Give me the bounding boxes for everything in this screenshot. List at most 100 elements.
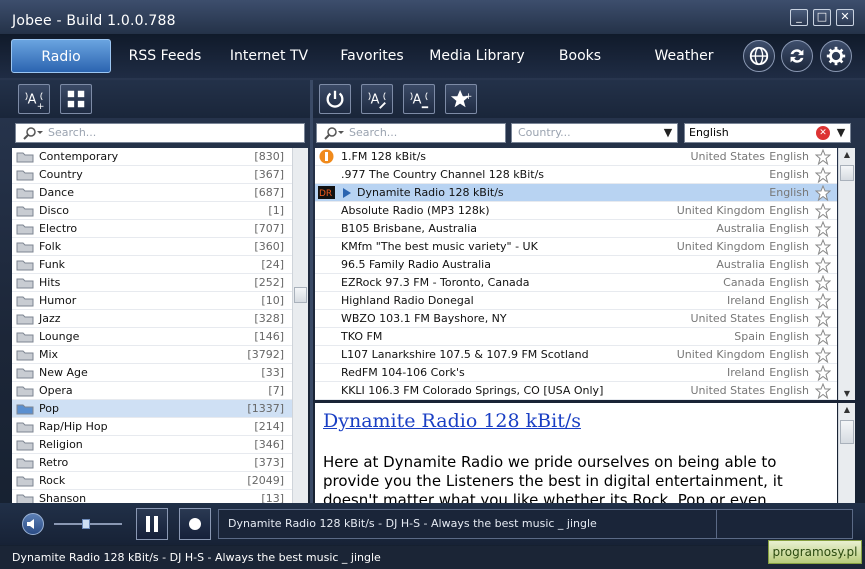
star-icon[interactable] — [815, 383, 831, 399]
station-row[interactable]: EZRock 97.3 FM - Toronto, Canada Canada En… — [315, 274, 837, 292]
genre-row[interactable]: Retro [373] — [12, 454, 292, 472]
station-language: English — [769, 150, 809, 163]
genre-row[interactable]: Contemporary [830] — [12, 148, 292, 166]
station-scrollbar[interactable]: ▲ ▼ — [838, 148, 855, 400]
star-icon[interactable] — [815, 221, 831, 237]
maximize-button[interactable]: □ — [813, 9, 831, 26]
add-station-icon[interactable]: A + — [18, 84, 50, 114]
description-title-link[interactable]: Dynamite Radio 128 kBit/s — [323, 410, 829, 432]
genre-row[interactable]: Dance [687] — [12, 184, 292, 202]
stop-button[interactable] — [179, 508, 211, 540]
station-row[interactable]: KMfm "The best music variety" - UK United… — [315, 238, 837, 256]
star-icon[interactable] — [815, 347, 831, 363]
folder-icon — [16, 440, 34, 451]
chevron-down-icon[interactable]: ▼ — [834, 124, 848, 142]
station-row[interactable]: 96.5 Family Radio Australia Australia Engl… — [315, 256, 837, 274]
genre-row[interactable]: Hits [252] — [12, 274, 292, 292]
station-name: RedFM 104-106 Cork's — [341, 366, 465, 379]
network-icon[interactable] — [60, 84, 92, 114]
genre-row[interactable]: Country [367] — [12, 166, 292, 184]
genre-row[interactable]: Electro [707] — [12, 220, 292, 238]
station-row[interactable]: WBZO 103.1 FM Bayshore, NY United States E… — [315, 310, 837, 328]
station-row[interactable]: .977 The Country Channel 128 kBit/s Engli… — [315, 166, 837, 184]
folder-icon — [16, 422, 34, 433]
station-row[interactable]: Absolute Radio (MP3 128k) United Kingdom E… — [315, 202, 837, 220]
gear-icon[interactable] — [820, 40, 852, 72]
tab-media-library[interactable]: Media Library — [425, 39, 529, 73]
star-icon[interactable] — [815, 311, 831, 327]
folder-icon — [16, 152, 34, 163]
station-row[interactable]: B105 Brisbane, Australia Australia English — [315, 220, 837, 238]
station-name: L107 Lanarkshire 107.5 & 107.9 FM Scotla… — [341, 348, 589, 361]
tab-radio[interactable]: Radio — [11, 39, 111, 73]
clear-icon[interactable]: ✕ — [816, 126, 830, 140]
star-icon[interactable] — [815, 275, 831, 291]
refresh-icon[interactable] — [781, 40, 813, 72]
star-icon[interactable] — [815, 293, 831, 309]
station-country: United Kingdom — [676, 204, 765, 217]
edit-station-icon[interactable]: A — [361, 84, 393, 114]
genre-row[interactable]: Shanson [13] — [12, 490, 292, 503]
star-icon[interactable] — [815, 185, 831, 201]
genre-scrollbar[interactable] — [292, 148, 308, 503]
panel-divider[interactable] — [310, 80, 313, 503]
add-favorite-icon[interactable]: + — [445, 84, 477, 114]
station-row[interactable]: Highland Radio Donegal Ireland English — [315, 292, 837, 310]
genre-row[interactable]: New Age [33] — [12, 364, 292, 382]
station-row[interactable]: TKO FM Spain English — [315, 328, 837, 346]
power-icon[interactable] — [319, 84, 351, 114]
tab-weather[interactable]: Weather — [635, 39, 733, 73]
genre-count: [252] — [254, 276, 284, 289]
star-icon[interactable] — [815, 167, 831, 183]
genre-row[interactable]: Mix [3792] — [12, 346, 292, 364]
station-search-input[interactable]: Search... — [316, 123, 506, 143]
description-scrollbar[interactable]: ▲ — [838, 403, 855, 503]
genre-row[interactable]: Jazz [328] — [12, 310, 292, 328]
genre-count: [33] — [261, 366, 284, 379]
minimize-button[interactable]: _ — [790, 9, 808, 26]
country-select[interactable]: Country... ▼ — [511, 123, 678, 143]
language-select[interactable]: English ✕ ▼ — [684, 123, 851, 143]
globe-icon[interactable] — [743, 40, 775, 72]
station-row[interactable]: DR Dynamite Radio 128 kBit/s English — [315, 184, 837, 202]
station-row[interactable]: KKLI 106.3 FM Colorado Springs, CO [USA … — [315, 382, 837, 400]
genre-row[interactable]: Religion [346] — [12, 436, 292, 454]
star-icon[interactable] — [815, 257, 831, 273]
star-icon[interactable] — [815, 239, 831, 255]
station-row[interactable]: 1.FM 128 kBit/s United States English — [315, 148, 837, 166]
genre-row[interactable]: Funk [24] — [12, 256, 292, 274]
genre-row[interactable]: Pop [1337] — [12, 400, 292, 418]
genre-row[interactable]: Rap/Hip Hop [214] — [12, 418, 292, 436]
star-icon[interactable] — [815, 365, 831, 381]
station-language: English — [769, 330, 809, 343]
tab-internet-tv[interactable]: Internet TV — [220, 39, 318, 73]
genre-count: [1] — [268, 204, 284, 217]
station-row[interactable]: L107 Lanarkshire 107.5 & 107.9 FM Scotla… — [315, 346, 837, 364]
genre-search-input[interactable]: Search... — [15, 123, 305, 143]
genre-row[interactable]: Rock [2049] — [12, 472, 292, 490]
scroll-up-icon[interactable]: ▲ — [840, 405, 854, 414]
scroll-down-icon[interactable]: ▼ — [840, 389, 854, 398]
volume-slider[interactable] — [54, 519, 122, 529]
genre-row[interactable]: Humor [10] — [12, 292, 292, 310]
genre-row[interactable]: Lounge [146] — [12, 328, 292, 346]
station-row[interactable]: RedFM 104-106 Cork's Ireland English — [315, 364, 837, 382]
genre-row[interactable]: Opera [7] — [12, 382, 292, 400]
genre-row[interactable]: Folk [360] — [12, 238, 292, 256]
star-icon[interactable] — [815, 203, 831, 219]
genre-row[interactable]: Disco [1] — [12, 202, 292, 220]
pause-button[interactable] — [136, 508, 168, 540]
scroll-thumb[interactable] — [294, 287, 307, 303]
tab-books[interactable]: Books — [535, 39, 625, 73]
remove-station-icon[interactable]: A — [403, 84, 435, 114]
scroll-up-icon[interactable]: ▲ — [840, 150, 854, 159]
close-button[interactable]: ✕ — [836, 9, 854, 26]
scroll-thumb[interactable] — [840, 420, 854, 444]
tab-favorites[interactable]: Favorites — [323, 39, 421, 73]
volume-knob[interactable] — [82, 519, 90, 529]
star-icon[interactable] — [815, 149, 831, 165]
star-icon[interactable] — [815, 329, 831, 345]
tab-rss-feeds[interactable]: RSS Feeds — [116, 39, 214, 73]
volume-icon[interactable] — [22, 513, 44, 535]
scroll-thumb[interactable] — [840, 165, 854, 181]
